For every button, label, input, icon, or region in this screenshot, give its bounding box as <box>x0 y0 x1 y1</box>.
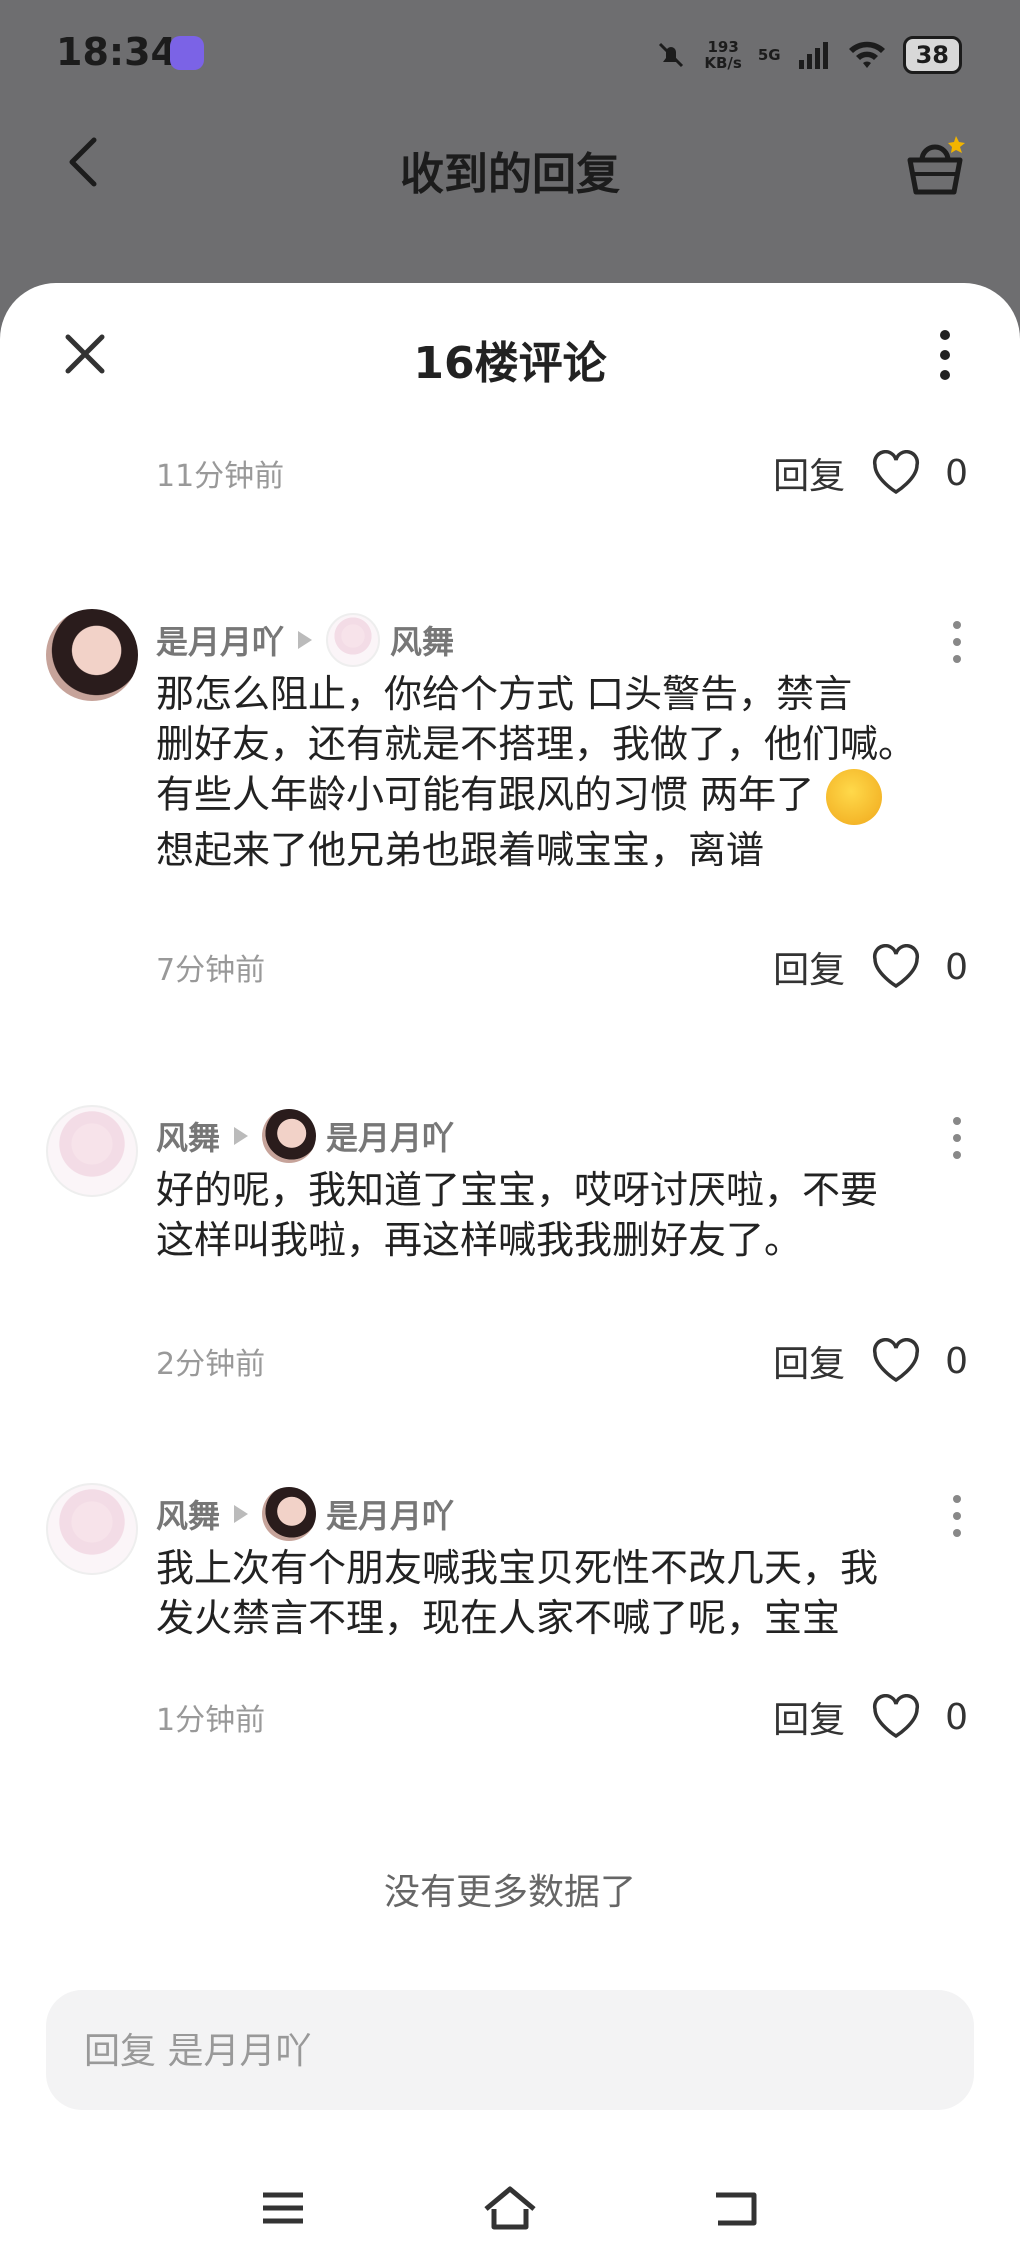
mute-bell-icon <box>659 42 684 68</box>
heart-icon[interactable] <box>871 1694 921 1740</box>
author-name[interactable]: 风舞 <box>156 1113 220 1159</box>
wifi-icon <box>848 41 885 68</box>
comment-text: 那怎么阻止，你给个方式 口头警告，禁言 删好友，还有就是不搭理，我做了，他们喊。… <box>156 672 917 872</box>
comment-text: 好的呢，我知道了宝宝，哎呀讨厌啦，不要 这样叫我啦，再这样喊我我删好友了。 <box>156 1168 879 1262</box>
heart-icon[interactable] <box>871 1338 921 1384</box>
reply-target-avatar[interactable] <box>326 613 381 667</box>
avatar[interactable] <box>46 609 138 701</box>
author-name[interactable]: 是月月吖 <box>156 617 284 663</box>
comment-more-icon[interactable] <box>950 1493 964 1539</box>
comment-author-line: 风舞 是月月吖 <box>156 1109 454 1163</box>
comment-meta: 2分钟前 回复 0 <box>156 1331 968 1391</box>
reply-input-box[interactable] <box>46 1990 974 2112</box>
comment-text: 我上次有个朋友喊我宝贝死性不改几天，我 发火禁言不理，现在人家不喊了呢，宝宝 <box>156 1546 879 1640</box>
comment-meta: 7分钟前 回复 0 <box>156 937 968 997</box>
sweat-emoji-icon <box>826 769 883 825</box>
page-title: 收到的回复 <box>400 149 620 200</box>
reply-target-name[interactable]: 是月月吖 <box>326 1491 454 1537</box>
reply-button[interactable]: 回复 <box>773 1691 845 1743</box>
comment-time: 7分钟前 <box>156 953 266 988</box>
network-speed: 193 KB/s <box>704 38 742 72</box>
reply-target-name[interactable]: 是月月吖 <box>326 1113 454 1159</box>
heart-icon[interactable] <box>871 450 921 496</box>
sheet-title: 16楼评论 <box>413 338 607 389</box>
reply-input[interactable] <box>82 1990 946 2112</box>
reply-arrow-icon <box>298 631 313 649</box>
comment-time: 11分钟前 <box>156 459 285 494</box>
status-bar: 18:34 193 KB/s 5G 38 <box>0 0 1020 110</box>
comment-author-line: 是月月吖 风舞 <box>156 613 454 667</box>
more-vertical-icon[interactable] <box>930 327 960 383</box>
home-icon[interactable] <box>480 2183 540 2233</box>
comment-more-icon[interactable] <box>950 619 964 665</box>
heart-icon[interactable] <box>871 944 921 990</box>
signal-icon <box>798 42 828 69</box>
reply-button[interactable]: 回复 <box>773 1335 845 1387</box>
reply-target-avatar[interactable] <box>262 1487 317 1541</box>
comment-time: 1分钟前 <box>156 1703 266 1738</box>
battery-indicator: 38 <box>902 36 962 74</box>
comment-author-line: 风舞 是月月吖 <box>156 1487 454 1541</box>
top-bar: 收到的回复 <box>0 110 1020 220</box>
back-nav-icon[interactable] <box>706 2183 766 2233</box>
comment-sheet: 16楼评论 11分钟前 回复 0 是月月吖 风舞 那怎么阻止，你给个方式 口头警… <box>0 283 1020 2255</box>
reply-target-name[interactable]: 风舞 <box>390 617 454 663</box>
menu-icon[interactable] <box>253 2183 313 2233</box>
sheet-header: 16楼评论 <box>0 283 1020 423</box>
like-count: 0 <box>945 1696 968 1738</box>
shopping-basket-icon[interactable] <box>900 132 970 202</box>
comment-meta: 11分钟前 回复 0 <box>156 443 968 503</box>
comment-time: 2分钟前 <box>156 1347 266 1382</box>
avatar[interactable] <box>46 1105 138 1197</box>
app-notification-icon <box>170 36 204 70</box>
like-count: 0 <box>945 452 968 494</box>
comment-more-icon[interactable] <box>950 1115 964 1161</box>
no-more-data-text: 没有更多数据了 <box>383 1872 636 1913</box>
reply-button[interactable]: 回复 <box>773 447 845 499</box>
network-type: 5G <box>757 46 781 64</box>
status-time: 18:34 <box>56 30 177 74</box>
system-nav-bar <box>0 2163 1020 2255</box>
reply-arrow-icon <box>234 1127 249 1145</box>
like-count: 0 <box>945 1340 968 1382</box>
like-count: 0 <box>945 946 968 988</box>
comment-meta: 1分钟前 回复 0 <box>156 1687 968 1747</box>
reply-target-avatar[interactable] <box>262 1109 317 1163</box>
system-icons: 193 KB/s 5G 38 <box>654 30 962 80</box>
reply-button[interactable]: 回复 <box>773 941 845 993</box>
author-name[interactable]: 风舞 <box>156 1491 220 1537</box>
reply-arrow-icon <box>234 1505 249 1523</box>
avatar[interactable] <box>46 1483 138 1575</box>
